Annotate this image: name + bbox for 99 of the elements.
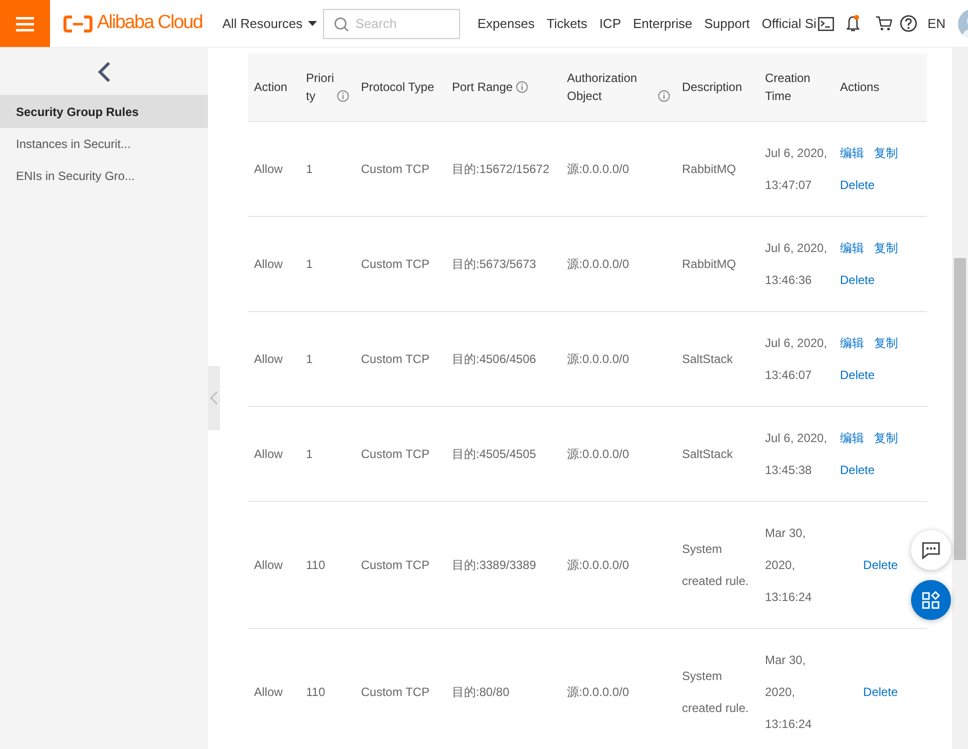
- action-link[interactable]: 复制: [874, 146, 898, 160]
- brand-name: Alibaba Cloud: [97, 11, 202, 36]
- column-header: Action: [254, 80, 288, 94]
- delete-link[interactable]: Delete: [840, 462, 875, 476]
- table-cell: 目的:4505/4505: [452, 446, 536, 460]
- action-link[interactable]: 复制: [874, 240, 898, 254]
- nav-link[interactable]: Support: [704, 14, 750, 34]
- table-cell: 目的:15672/15672: [452, 162, 550, 176]
- menu-icon: [16, 16, 34, 32]
- search-icon: [334, 16, 349, 32]
- action-link[interactable]: 复制: [874, 430, 898, 444]
- chevron-left-icon: [210, 391, 218, 405]
- bell-icon: [846, 15, 860, 32]
- table-cell: 目的:5673/5673: [452, 256, 536, 270]
- table-cell: 110: [306, 558, 326, 572]
- notification-button[interactable]: [846, 15, 860, 32]
- table-cell: 1: [306, 446, 313, 460]
- action-link[interactable]: 编辑: [840, 430, 864, 444]
- collapse-handle[interactable]: [208, 366, 220, 430]
- search-field[interactable]: Search: [322, 8, 460, 38]
- table-cell: 目的:3389/3389: [452, 558, 536, 572]
- help-icon[interactable]: [900, 15, 918, 32]
- table-cell: 目的:4506/4506: [452, 352, 536, 366]
- column-header: Priority: [306, 70, 334, 105]
- table-cell: Custom TCP: [361, 684, 430, 698]
- terminal-icon[interactable]: [818, 16, 834, 30]
- scrollbar-thumb[interactable]: [954, 258, 966, 560]
- menu-button[interactable]: [0, 0, 50, 47]
- table-cell-text: System created rule.: [682, 668, 749, 716]
- delete-link[interactable]: Delete: [840, 178, 875, 192]
- cart-icon[interactable]: [876, 16, 892, 31]
- chat-icon: [921, 540, 941, 560]
- table-cell: 目的:80/80: [452, 684, 510, 698]
- nav-link[interactable]: Tickets: [546, 14, 588, 34]
- table-cell: Custom TCP: [361, 162, 430, 176]
- sidebar-item[interactable]: ENIs in Security Gro...: [0, 160, 208, 192]
- table-cell: 源:0.0.0.0/0: [567, 352, 630, 366]
- table-cell-text: Jul 6, 2020, 13:47:07: [765, 144, 828, 194]
- nav-link[interactable]: ICP: [599, 14, 621, 34]
- action-link[interactable]: 复制: [874, 336, 898, 350]
- table-cell: 110: [306, 684, 326, 698]
- column-header: Authorization Object: [567, 70, 638, 105]
- table-cell-text: SaltStack: [682, 350, 733, 368]
- column-header: Protocol Type: [361, 80, 434, 94]
- table-cell: 源:0.0.0.0/0: [567, 684, 630, 698]
- table-cell: Custom TCP: [361, 352, 430, 366]
- column-header: Actions: [840, 80, 880, 94]
- chevron-left-icon: [97, 62, 111, 82]
- table-cell: 源:0.0.0.0/0: [567, 256, 630, 270]
- table-cell: Custom TCP: [361, 446, 430, 460]
- sidebar-item[interactable]: Instances in Securit...: [0, 128, 208, 160]
- table-cell-text: Jul 6, 2020, 13:46:36: [765, 240, 828, 288]
- table-cell-text: Mar 30, 2020, 13:16:24: [765, 524, 812, 606]
- nav-link[interactable]: Enterprise: [632, 14, 692, 34]
- table-cell: Allow: [254, 684, 283, 698]
- table-cell-text: Mar 30, 2020, 13:16:24: [765, 652, 812, 732]
- table-cell-text: RabbitMQ: [682, 160, 736, 178]
- table-cell-text: Jul 6, 2020, 13:45:38: [765, 430, 828, 478]
- chat-button[interactable]: [911, 530, 951, 570]
- table-cell: Allow: [254, 162, 283, 176]
- sidebar-item[interactable]: Security Group Rules: [0, 95, 208, 128]
- info-icon: [516, 80, 528, 93]
- action-link[interactable]: 编辑: [840, 336, 864, 350]
- delete-link[interactable]: Delete: [863, 684, 898, 698]
- column-header: Port Range: [452, 78, 513, 96]
- table-cell-text: Jul 6, 2020, 13:46:07: [765, 334, 828, 384]
- delete-link[interactable]: Delete: [840, 368, 875, 382]
- apps-icon: [921, 590, 941, 610]
- table-cell: 1: [306, 256, 313, 270]
- action-link[interactable]: 编辑: [840, 146, 864, 160]
- apps-button[interactable]: [911, 580, 951, 620]
- info-icon: [658, 90, 670, 102]
- logo-icon: [63, 14, 93, 32]
- table-cell-text: RabbitMQ: [682, 256, 736, 272]
- table-cell: 源:0.0.0.0/0: [567, 162, 630, 176]
- table-cell: Custom TCP: [361, 558, 430, 572]
- table-cell-text: System created rule.: [682, 540, 749, 590]
- caret-icon: [308, 21, 317, 26]
- delete-link[interactable]: Delete: [840, 272, 875, 286]
- nav-link[interactable]: Expenses: [478, 14, 535, 34]
- table-cell: Custom TCP: [361, 256, 430, 270]
- table-cell: 源:0.0.0.0/0: [567, 558, 630, 572]
- column-header: Creation Time: [765, 70, 810, 103]
- table-cell-text: SaltStack: [682, 446, 733, 462]
- table-cell: Allow: [254, 558, 283, 572]
- table-cell: 源:0.0.0.0/0: [567, 446, 630, 460]
- notification-dot: [854, 15, 860, 20]
- action-link[interactable]: 编辑: [840, 240, 864, 254]
- table-cell: Allow: [254, 256, 283, 270]
- nav-link[interactable]: Official Si: [762, 14, 816, 34]
- language-link[interactable]: EN: [927, 14, 946, 34]
- table-cell: Allow: [254, 352, 283, 366]
- resources-dropdown[interactable]: All Resources: [222, 14, 317, 34]
- table-cell: Allow: [254, 446, 283, 460]
- table-cell: 1: [306, 352, 313, 366]
- info-icon: [337, 90, 349, 102]
- column-header: Description: [682, 80, 742, 94]
- table-cell: 1: [306, 162, 313, 176]
- delete-link[interactable]: Delete: [863, 558, 898, 572]
